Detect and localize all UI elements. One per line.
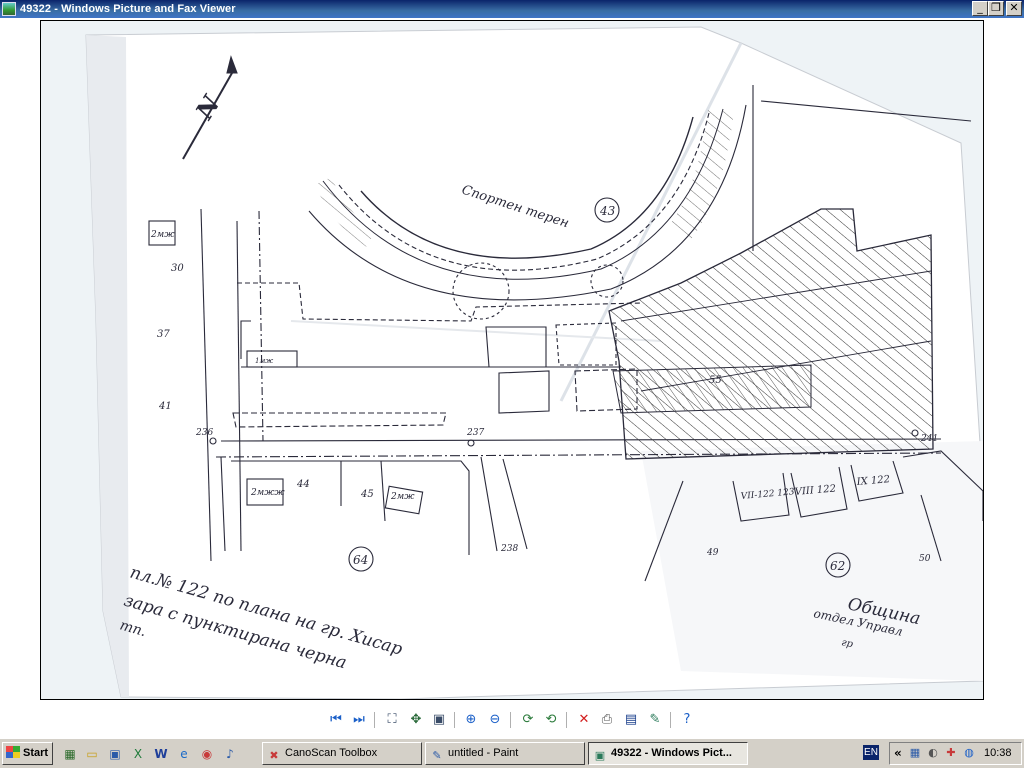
save-icon[interactable]: ▤: [622, 711, 640, 729]
point-label: 238: [500, 544, 518, 554]
building-label: 2мж: [150, 230, 175, 240]
displayed-image[interactable]: N Спортен терен 43 64 62 30 37 41 55 44 …: [40, 20, 984, 700]
building-label: 2мжж: [250, 488, 285, 498]
toolbar-separator: [566, 712, 567, 728]
system-tray: « ▦ ◐ ✚ ◍ 10:38: [889, 742, 1022, 765]
title-bar: 49322 - Windows Picture and Fax Viewer _…: [0, 0, 1024, 18]
next-image-icon[interactable]: ⏭: [350, 711, 368, 729]
start-button[interactable]: Start: [2, 742, 53, 765]
window-title: 49322 - Windows Picture and Fax Viewer: [20, 3, 236, 15]
zoom-in-icon[interactable]: ⊕: [462, 711, 480, 729]
media-icon[interactable]: ◉: [199, 746, 215, 762]
folder-icon[interactable]: ▭: [84, 746, 100, 762]
image-viewer-area: N Спортен терен 43 64 62 30 37 41 55 44 …: [0, 18, 1024, 704]
computer-icon[interactable]: ▣: [107, 746, 123, 762]
taskbar-item-label: 49322 - Windows Pict...: [611, 747, 732, 759]
excel-icon[interactable]: X: [130, 746, 146, 762]
messenger-icon[interactable]: ♪: [222, 746, 238, 762]
open-for-editing-icon[interactable]: ✎: [646, 711, 664, 729]
parcel-label: 49: [706, 548, 719, 558]
help-icon[interactable]: ?: [678, 711, 696, 729]
picture-viewer-icon: [2, 2, 16, 16]
viewer-toolbar: ⏮ ⏭ ⛶ ✥ ▣ ⊕ ⊖ ⟳ ⟲ ✕ ⎙ ▤ ✎ ?: [0, 704, 1024, 736]
actual-size-icon[interactable]: ✥: [407, 711, 425, 729]
network-icon[interactable]: ▦: [908, 746, 922, 760]
point-label: 236: [195, 428, 213, 438]
parcel-label: 50: [919, 554, 931, 564]
parcel-label: 55: [709, 375, 722, 386]
canoscan-icon: ✖: [269, 749, 279, 762]
start-label: Start: [23, 747, 49, 759]
lot-label: 62: [830, 559, 845, 573]
zoom-out-icon[interactable]: ⊖: [486, 711, 504, 729]
word-icon[interactable]: W: [153, 746, 169, 762]
windows-logo-icon: [6, 746, 20, 758]
toolbar-separator: [670, 712, 671, 728]
taskbar-item-picture-viewer[interactable]: ▣ 49322 - Windows Pict...: [588, 742, 748, 765]
parcel-label: 30: [171, 263, 184, 274]
slideshow-icon[interactable]: ▣: [430, 711, 448, 729]
scanned-map: N Спортен терен 43 64 62 30 37 41 55 44 …: [41, 21, 983, 699]
toolbar-separator: [510, 712, 511, 728]
parcel-label: 37: [157, 329, 170, 340]
rotate-clockwise-icon[interactable]: ⟳: [519, 711, 537, 729]
building-label: 1мж: [255, 357, 273, 365]
restore-button[interactable]: ❐: [988, 1, 1004, 16]
language-indicator[interactable]: EN: [863, 745, 879, 760]
show-hidden-icons-button[interactable]: «: [894, 746, 902, 760]
taskbar: Start ▦ ▭ ▣ X W e ◉ ♪ ✖ CanoScan Toolbox …: [0, 738, 1024, 768]
parcel-label: 45: [360, 489, 374, 500]
toolbar-separator: [454, 712, 455, 728]
paint-icon: ✎: [432, 749, 442, 762]
minimize-button[interactable]: _: [972, 1, 988, 16]
volume-icon[interactable]: ◐: [926, 746, 940, 760]
parcel-label: 44: [296, 479, 310, 490]
point-label: 241: [920, 434, 938, 444]
rotate-counterclockwise-icon[interactable]: ⟲: [542, 711, 560, 729]
building-label: 2мж: [390, 492, 415, 502]
taskbar-item-canoscan[interactable]: ✖ CanoScan Toolbox: [262, 742, 422, 765]
close-button[interactable]: ✕: [1006, 1, 1022, 16]
picture-viewer-icon: ▣: [594, 749, 606, 762]
lot-label: 43: [599, 204, 616, 218]
delete-icon[interactable]: ✕: [575, 711, 593, 729]
internet-explorer-icon[interactable]: e: [176, 746, 192, 762]
taskbar-item-paint[interactable]: ✎ untitled - Paint: [425, 742, 585, 765]
previous-image-icon[interactable]: ⏮: [327, 711, 345, 729]
update-icon[interactable]: ◍: [962, 746, 976, 760]
print-icon[interactable]: ⎙: [598, 711, 616, 729]
lot-label: 64: [353, 553, 368, 567]
point-label: 237: [466, 428, 484, 438]
best-fit-icon[interactable]: ⛶: [383, 711, 401, 729]
clock[interactable]: 10:38: [984, 747, 1012, 759]
parcel-label: 41: [158, 401, 172, 412]
toolbar-separator: [374, 712, 375, 728]
antivirus-icon[interactable]: ✚: [944, 746, 958, 760]
show-desktop-icon[interactable]: ▦: [62, 746, 78, 762]
taskbar-item-label: CanoScan Toolbox: [285, 747, 378, 759]
taskbar-item-label: untitled - Paint: [448, 747, 519, 759]
